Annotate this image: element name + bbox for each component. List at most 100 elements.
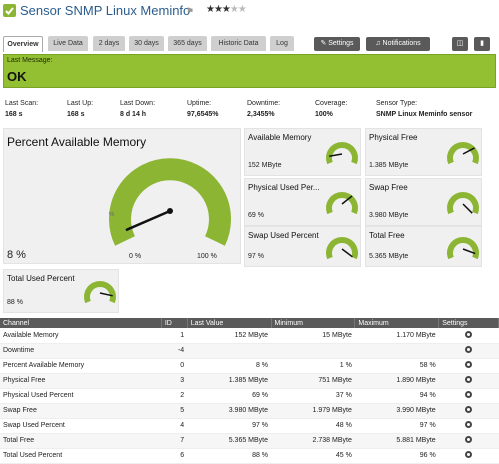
settings-cell[interactable]	[438, 343, 499, 359]
gauge-value: 152 MByte	[248, 162, 282, 169]
gauge-title: Percent Available Memory	[7, 135, 147, 149]
small-gauge	[447, 192, 479, 215]
gauge-panel-5[interactable]: Total Free 5.365 MByte	[365, 226, 482, 267]
table-cell: 1.890 MByte	[354, 373, 439, 389]
table-cell: 0	[161, 358, 188, 374]
small-gauge	[326, 142, 358, 165]
table-cell: 1.385 MByte	[187, 373, 272, 389]
gauge-title: Total Free	[369, 231, 405, 240]
table-cell: 1	[161, 328, 188, 344]
tab-2-days[interactable]: 2 days	[93, 36, 125, 51]
gear-icon[interactable]	[465, 451, 473, 458]
table-cell	[271, 343, 355, 359]
star-empty-icon: ★★	[229, 4, 247, 15]
table-cell: 48 %	[271, 418, 355, 434]
gauge-title: Physical Used Per...	[248, 183, 320, 192]
gear-icon[interactable]	[465, 391, 473, 398]
stat-uptime: Uptime: 97,6545%	[187, 100, 219, 118]
gauge-panel-1[interactable]: Physical Free 1.385 MByte	[365, 128, 482, 176]
column-header[interactable]: Minimum	[271, 318, 356, 328]
table-row[interactable]: Physical Used Percent 2 69 % 37 % 94 %	[0, 388, 499, 404]
gauge-title: Swap Used Percent	[248, 231, 319, 240]
small-gauge	[447, 236, 479, 259]
notifications-button[interactable]: ♫ Notifications	[366, 37, 430, 51]
column-header[interactable]: Maximum	[354, 318, 440, 328]
settings-cell[interactable]	[438, 418, 499, 434]
table-cell: -4	[161, 343, 188, 359]
table-cell: 1 %	[271, 358, 355, 374]
flag-icon[interactable]: ⚑	[186, 6, 194, 17]
tab-live-data[interactable]: Live Data	[48, 36, 88, 51]
gear-icon[interactable]	[465, 330, 473, 338]
table-row[interactable]: Physical Free 3 1.385 MByte 751 MByte 1.890 …	[0, 373, 499, 389]
settings-cell[interactable]	[438, 433, 499, 449]
table-cell: 69 %	[187, 388, 272, 404]
column-header[interactable]: Last Value	[187, 318, 272, 328]
column-header[interactable]: Channel	[0, 318, 162, 328]
last-message-value: OK	[7, 69, 27, 84]
tab-log[interactable]: Log	[270, 36, 294, 51]
table-cell: Downtime	[0, 343, 162, 359]
stat-value: 100%	[315, 111, 333, 118]
table-row[interactable]: Available Memory 1 152 MByte 15 MByte 1.170 …	[0, 328, 499, 344]
column-header[interactable]: Settings	[438, 318, 499, 328]
delete-icon[interactable]: ▮	[474, 37, 490, 51]
stat-value: 2,3455%	[247, 111, 275, 118]
stat-key: Sensor Type:	[376, 100, 418, 107]
object-menu-icon[interactable]: ◫	[452, 37, 468, 51]
table-cell: 8 %	[187, 358, 272, 374]
gauge-panel-2[interactable]: Physical Used Per... 69 %	[244, 178, 361, 226]
settings-cell[interactable]	[438, 373, 499, 389]
settings-label: Settings	[328, 40, 354, 47]
notifications-label: Notifications	[382, 40, 421, 47]
tab-overview[interactable]: Overview	[3, 36, 43, 52]
column-header[interactable]: ID	[161, 318, 188, 328]
gear-icon[interactable]	[465, 376, 473, 383]
table-cell: 7	[161, 433, 188, 449]
settings-cell[interactable]	[438, 403, 499, 419]
table-row[interactable]: Percent Available Memory 0 8 % 1 % 58 %	[0, 358, 499, 374]
settings-button[interactable]: ✎ Settings	[314, 37, 360, 51]
small-gauge	[84, 281, 116, 304]
table-row[interactable]: Downtime -4	[0, 343, 499, 359]
settings-cell[interactable]	[438, 328, 499, 344]
gauge-title: Total Used Percent	[7, 274, 75, 283]
gear-icon[interactable]	[465, 406, 473, 413]
tab-30-days[interactable]: 30 days	[129, 36, 164, 51]
gear-icon[interactable]	[465, 421, 473, 428]
priority-stars[interactable]: ★★★★★	[206, 4, 247, 15]
table-cell: Total Free	[0, 433, 162, 449]
gauge-title: Available Memory	[248, 133, 312, 142]
gear-icon[interactable]	[465, 436, 473, 443]
table-cell: Physical Used Percent	[0, 388, 162, 404]
stat-key: Last Down:	[120, 100, 156, 107]
stat-key: Last Up:	[67, 100, 94, 107]
gear-icon[interactable]	[465, 346, 473, 353]
gauge-panel-0[interactable]: Available Memory 152 MByte	[244, 128, 361, 176]
stat-last-down: Last Down: 8 d 14 h	[120, 100, 156, 118]
gauge-panel-percent-available-memory[interactable]: Percent Available Memory % 0 % 100 % 8 %	[3, 128, 241, 264]
gauge-max-label: 100 %	[197, 253, 217, 260]
tab-historic-data[interactable]: Historic Data	[211, 36, 266, 51]
table-cell: 97 %	[354, 418, 439, 434]
table-row[interactable]: Swap Free 5 3.980 MByte 1.979 MByte 3.990 MB…	[0, 403, 499, 419]
gauge-value: 3.980 MByte	[369, 212, 409, 219]
gauge-value: 1.385 MByte	[369, 162, 409, 169]
table-cell: 3.990 MByte	[354, 403, 439, 419]
settings-cell[interactable]	[438, 358, 499, 374]
table-row[interactable]: Total Free 7 5.365 MByte 2.738 MByte 5.881 M…	[0, 433, 499, 449]
tab-365-days[interactable]: 365 days	[168, 36, 207, 51]
gear-icon[interactable]	[465, 361, 473, 368]
stat-key: Uptime:	[187, 100, 212, 107]
gauge-panel-4[interactable]: Swap Used Percent 97 %	[244, 226, 361, 267]
table-cell: 1.979 MByte	[271, 403, 355, 419]
settings-cell[interactable]	[438, 388, 499, 404]
table-row[interactable]: Swap Used Percent 4 97 % 48 % 97 %	[0, 418, 499, 434]
table-cell: 5.881 MByte	[354, 433, 439, 449]
stat-key: Downtime:	[247, 100, 281, 107]
gauge-panel-3[interactable]: Swap Free 3.980 MByte	[365, 178, 482, 226]
table-cell	[187, 343, 272, 359]
gauge-value: 5.365 MByte	[369, 253, 409, 260]
gauge-panel-6[interactable]: Total Used Percent 88 %	[3, 269, 119, 313]
stat-value: SNMP Linux Meminfo sensor	[376, 111, 473, 118]
